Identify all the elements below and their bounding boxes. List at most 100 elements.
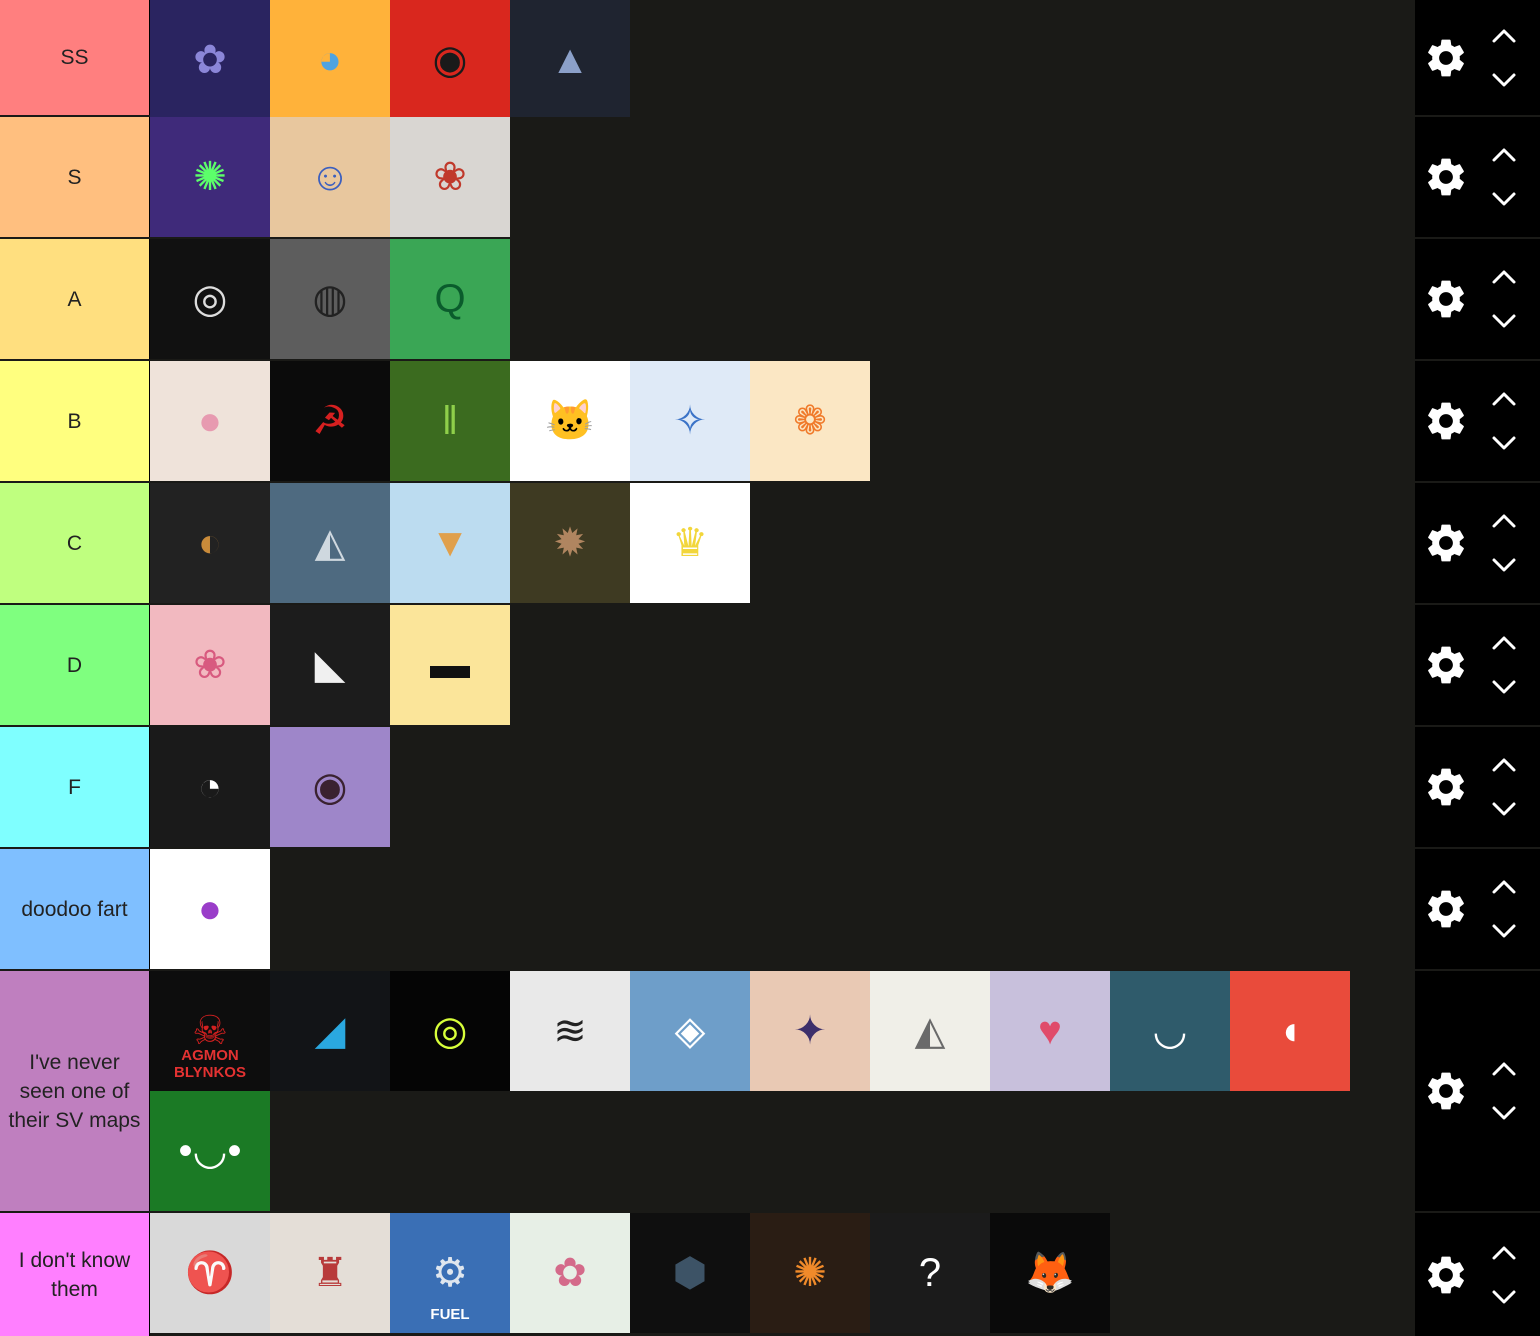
gear-icon[interactable] — [1423, 1252, 1469, 1298]
party-blob-icon[interactable]: ▲ — [510, 0, 630, 120]
white-bird-icon[interactable]: ◖ — [1230, 971, 1350, 1091]
red-emblem-icon[interactable]: ☭ — [270, 361, 390, 481]
gear-icon[interactable] — [1423, 520, 1469, 566]
horned-sketch-icon[interactable]: ♈ — [150, 1213, 270, 1333]
tier-label[interactable]: F — [0, 727, 150, 847]
puro-icon[interactable]: ◔ — [150, 727, 270, 847]
chevron-down-icon[interactable] — [1487, 670, 1521, 704]
psychedelic-hedgehog-icon[interactable]: ✺ — [150, 117, 270, 237]
tier-label[interactable]: I've never seen one of their SV maps — [0, 971, 150, 1211]
white-furry-icon[interactable]: ◣ — [270, 605, 390, 725]
gear-icon[interactable] — [1423, 1068, 1469, 1114]
wolf-character-icon[interactable]: ◭ — [270, 483, 390, 603]
orange-chibi-pair-icon[interactable]: ❁ — [750, 361, 870, 481]
gear-icon[interactable] — [1423, 642, 1469, 688]
blue-white-girl-icon[interactable]: ✧ — [630, 361, 750, 481]
cat-with-bread-icon[interactable]: 🐱 — [510, 361, 630, 481]
tier-label[interactable]: S — [0, 117, 150, 237]
chevron-down-icon[interactable] — [1487, 426, 1521, 460]
gear-icon[interactable] — [1423, 764, 1469, 810]
heart-eyes-girl-icon[interactable]: ♥ — [990, 971, 1110, 1091]
angry-bird-icon[interactable]: ◉ — [390, 0, 510, 120]
chevron-down-icon[interactable] — [1487, 914, 1521, 948]
orange-fox-icon[interactable]: 🦊 — [990, 1213, 1110, 1333]
chevron-up-icon[interactable] — [1487, 1236, 1521, 1270]
gear-icon[interactable] — [1423, 276, 1469, 322]
tier-label[interactable]: I don't know them — [0, 1213, 150, 1336]
item-image: ♜ — [312, 1251, 348, 1295]
tier-items-area[interactable]: ● ☭ ‖ 🐱 ✧ ❁ — [150, 361, 1415, 481]
tier-label[interactable]: B — [0, 361, 150, 481]
sun-pony-icon[interactable]: ✺ — [750, 1213, 870, 1333]
tier-label[interactable]: A — [0, 239, 150, 359]
pink-hair-foxgirl-icon[interactable]: ❀ — [150, 605, 270, 725]
purple-plum-icon[interactable]: ● — [150, 849, 270, 969]
tier-items-area[interactable]: ♈ ♜ ⚙ FUEL ✿ ⬢ ✺? 🦊 — [150, 1213, 1415, 1336]
taped-smile-icon[interactable]: ◡ — [1110, 971, 1230, 1091]
tier-items-area[interactable]: ◐ ◭ ▼ ✹ ♛ — [150, 483, 1415, 603]
chevron-up-icon[interactable] — [1487, 260, 1521, 294]
green-q-logo-icon[interactable]: Q — [390, 239, 510, 359]
screaming-girl-icon[interactable]: ◎ — [150, 239, 270, 359]
chevron-up-icon[interactable] — [1487, 626, 1521, 660]
ice-cream-icon[interactable]: ▼ — [390, 483, 510, 603]
green-hair-girl-icon[interactable]: ✿ — [510, 1213, 630, 1333]
tier-items-area[interactable]: ◔ ◉ — [150, 727, 1415, 847]
red-hair-girl-icon[interactable]: ❀ — [390, 117, 510, 237]
gear-icon[interactable] — [1423, 35, 1469, 81]
chevron-down-icon[interactable] — [1487, 1096, 1521, 1130]
chevron-up-icon[interactable] — [1487, 870, 1521, 904]
chevron-up-icon[interactable] — [1487, 504, 1521, 538]
chevron-down-icon[interactable] — [1487, 63, 1521, 97]
tier-label[interactable]: C — [0, 483, 150, 603]
chevron-down-icon[interactable] — [1487, 792, 1521, 826]
chevron-down-icon[interactable] — [1487, 304, 1521, 338]
gear-icon[interactable] — [1423, 398, 1469, 444]
tier-label[interactable]: SS — [0, 0, 150, 115]
tier-items-area[interactable]: ◎ ◍ Q — [150, 239, 1415, 359]
sketch-face-icon[interactable]: ≋ — [510, 971, 630, 1091]
chevron-up-icon[interactable] — [1487, 19, 1521, 53]
hexagon-duck-icon[interactable]: ⬢ — [630, 1213, 750, 1333]
neon-smiley-icon[interactable]: ◎ — [390, 971, 510, 1091]
agmon-skull-icon[interactable]: ☠ AGMON BLYNKOS — [150, 971, 270, 1091]
tier-row: B ● ☭ ‖ 🐱 ✧ ❁ — [0, 361, 1540, 481]
green-monster-icon[interactable]: •◡• — [150, 1091, 270, 1211]
uniform-character-icon[interactable]: ◈ — [630, 971, 750, 1091]
parking-lot-tire-icon[interactable]: ◍ — [270, 239, 390, 359]
chevron-down-icon[interactable] — [1487, 182, 1521, 216]
chevron-up-icon[interactable] — [1487, 1052, 1521, 1086]
chevron-down-icon[interactable] — [1487, 1280, 1521, 1314]
tier-items-area[interactable]: ❀ ◣ ▬ — [150, 605, 1415, 725]
tier-label[interactable]: D — [0, 605, 150, 725]
chevron-up-icon[interactable] — [1487, 138, 1521, 172]
tier-items-area[interactable]: ✺ ☺ ❀ — [150, 117, 1415, 237]
tier-items-area[interactable]: ✿ ◕ ◉ ▲ — [150, 0, 1415, 120]
cityscape-logo-icon[interactable]: ♜ — [270, 1213, 390, 1333]
chevron-up-icon[interactable] — [1487, 382, 1521, 416]
blue-a-logo-icon[interactable]: ◢ — [270, 971, 390, 1091]
maid-girl-icon[interactable]: ☺ — [270, 117, 390, 237]
item-image: 🦊 — [1025, 1251, 1075, 1295]
yellow-crown-icon[interactable]: ♛ — [630, 483, 750, 603]
headphone-creature-icon[interactable]: ◉ — [270, 727, 390, 847]
fuel-robot-icon[interactable]: ⚙ FUEL — [390, 1213, 510, 1333]
tier-items-area[interactable]: ☠ AGMON BLYNKOS ◢ ◎ ≋ ◈ ✦ ◭ ♥ ◡ ◖ •◡• — [150, 971, 1415, 1211]
grass-icon[interactable]: ‖ — [390, 361, 510, 481]
tier-label[interactable]: doodoo fart — [0, 849, 150, 969]
item-image: ⬢ — [672, 1251, 708, 1295]
white-wolf-icon[interactable]: ◭ — [870, 971, 990, 1091]
abstract-paint-icon[interactable]: ✦ — [750, 971, 870, 1091]
chevron-up-icon[interactable] — [1487, 748, 1521, 782]
tier-items-area[interactable]: ● — [150, 849, 1415, 969]
gear-icon[interactable] — [1423, 886, 1469, 932]
granola-icon[interactable]: ✹ — [510, 483, 630, 603]
shadow-avatar-icon[interactable]: ✿ — [150, 0, 270, 120]
gear-icon[interactable] — [1423, 154, 1469, 200]
question-mark-icon[interactable]: ? — [870, 1213, 990, 1333]
blue-pony-icon[interactable]: ◕ — [270, 0, 390, 120]
hooded-person-icon[interactable]: ◐ — [150, 483, 270, 603]
macarons-icon[interactable]: ● — [150, 361, 270, 481]
chevron-down-icon[interactable] — [1487, 548, 1521, 582]
sunglasses-girl-icon[interactable]: ▬ — [390, 605, 510, 725]
